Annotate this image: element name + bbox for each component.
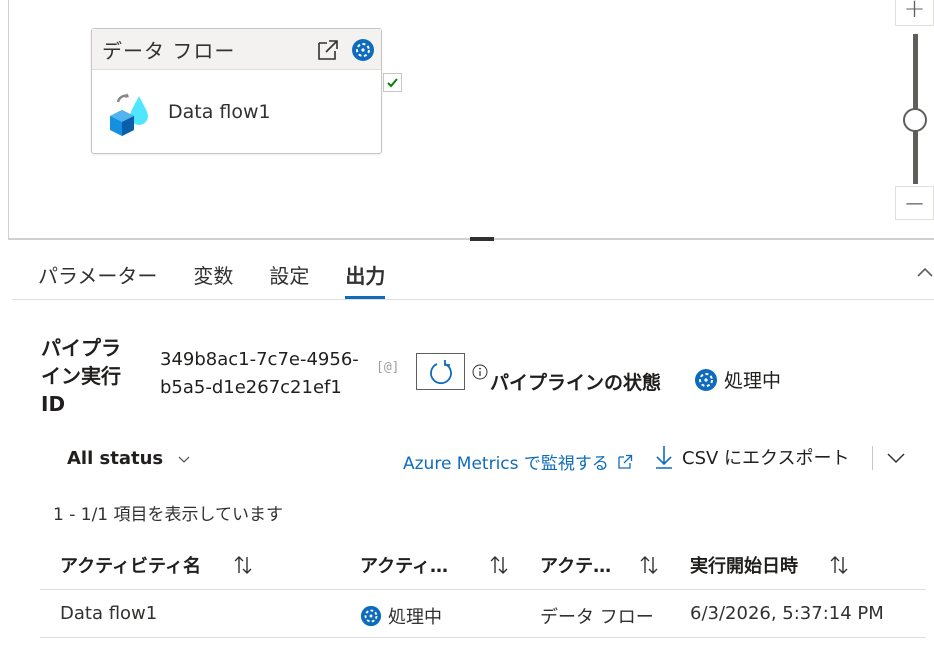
- tab-output[interactable]: 出力: [345, 260, 386, 299]
- cell-activity-status-label: 処理中: [388, 607, 442, 628]
- item-count: 1 - 1/1 項目を表示しています: [53, 505, 284, 525]
- open-external-icon: [618, 454, 633, 469]
- pipeline-run-id-value: 349b8ac1-7c7e-4956-b5a5-d1e267c21ef1: [160, 349, 359, 398]
- plus-icon: +: [903, 0, 926, 24]
- cell-activity-name[interactable]: Data flow1: [60, 603, 157, 624]
- cell-activity-type: データ フロー: [540, 607, 654, 628]
- zoom-slider-thumb[interactable]: [903, 108, 927, 132]
- activity-runs-table: アクティビティ名 アクティ… アクテ… 実行開始日時 Data flow1 処理…: [40, 538, 926, 638]
- activity-type-label: データ フロー: [102, 38, 236, 63]
- column-header-run-start[interactable]: 実行開始日時: [690, 552, 798, 578]
- panel-tabs: パラメーター 変数 設定 出力: [38, 260, 421, 299]
- azure-metrics-link[interactable]: Azure Metrics で監視する: [403, 449, 633, 474]
- activity-body: Data flow1: [92, 70, 381, 154]
- column-header-activity-status[interactable]: アクティ…: [360, 552, 448, 578]
- export-csv-button[interactable]: CSV にエクスポート: [654, 444, 850, 470]
- column-header-activity-name[interactable]: アクティビティ名: [60, 552, 201, 578]
- tab-parameters[interactable]: パラメーター: [38, 260, 157, 299]
- sort-icon[interactable]: [232, 554, 254, 576]
- pipeline-status-label: パイプラインの状態: [490, 372, 662, 394]
- refresh-button[interactable]: [416, 353, 465, 390]
- sort-icon[interactable]: [638, 554, 660, 576]
- zoom-out-button[interactable]: —: [895, 186, 934, 220]
- tabs-divider: [12, 299, 934, 300]
- table-header: アクティビティ名 アクティ… アクテ… 実行開始日時: [40, 538, 926, 590]
- sort-icon[interactable]: [488, 554, 510, 576]
- activity-card[interactable]: データ フロー Data flow1: [91, 28, 382, 154]
- success-connector[interactable]: [383, 73, 402, 92]
- open-external-icon[interactable]: [316, 38, 340, 62]
- download-icon: [656, 446, 672, 469]
- chevron-down-icon: [178, 456, 190, 463]
- pipeline-status-value: 処理中: [724, 370, 782, 392]
- zoom-in-button[interactable]: +: [895, 0, 934, 26]
- output-panel: パラメーター 変数 設定 出力 パイプライン実行 ID 349b8ac1-7c7…: [8, 240, 934, 670]
- chevron-down-icon[interactable]: [886, 448, 906, 468]
- canvas-border: [8, 0, 9, 240]
- status-filter-label: All status: [67, 448, 164, 469]
- column-header-activity-type[interactable]: アクテ…: [540, 552, 611, 578]
- zoom-control: + —: [895, 0, 934, 228]
- info-icon[interactable]: [472, 364, 488, 380]
- output-toolbar: All status Azure Metrics で監視する CSV にエクスポ…: [8, 440, 934, 480]
- cell-run-start: 6/3/2026, 5:37:14 PM: [690, 603, 884, 624]
- success-check-icon: [387, 78, 398, 88]
- in-progress-icon: [360, 605, 382, 627]
- in-progress-icon: [695, 368, 717, 391]
- pipeline-status: 処理中: [694, 366, 781, 393]
- pipeline-canvas[interactable]: データ フロー Data flow1 + —: [0, 0, 934, 240]
- copy-icon[interactable]: [@]: [376, 360, 399, 375]
- table-row[interactable]: Data flow1 処理中 データ フロー 6/3/2026, 5:37:14…: [40, 590, 926, 638]
- sort-icon[interactable]: [828, 554, 850, 576]
- toolbar-separator: [872, 446, 873, 470]
- export-csv-label: CSV にエクスポート: [682, 448, 850, 469]
- tab-variables[interactable]: 変数: [193, 260, 233, 299]
- activity-header: データ フロー: [92, 29, 381, 70]
- activity-name: Data flow1: [168, 101, 271, 123]
- collapse-panel-icon[interactable]: [916, 264, 934, 282]
- tab-settings[interactable]: 設定: [269, 260, 309, 299]
- refresh-icon: [429, 359, 452, 384]
- status-filter-dropdown[interactable]: All status: [67, 448, 191, 469]
- pipeline-run-id-label: パイプライン実行 ID: [41, 336, 121, 416]
- cell-activity-status: 処理中: [360, 603, 442, 629]
- minus-icon: —: [905, 192, 924, 214]
- azure-metrics-label: Azure Metrics で監視する: [403, 454, 609, 474]
- data-flow-icon: [110, 93, 148, 136]
- in-progress-icon: [352, 39, 374, 61]
